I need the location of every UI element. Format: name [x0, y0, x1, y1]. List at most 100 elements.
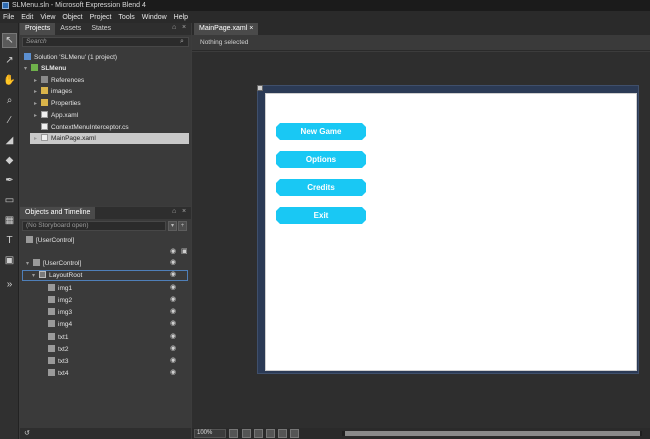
tree-item-references[interactable]: ▸ References	[34, 75, 84, 86]
visibility-eye-icon[interactable]: ◉	[170, 258, 176, 266]
menu-window[interactable]: Window	[142, 14, 167, 21]
image-icon	[48, 308, 55, 315]
expand-arrow-icon[interactable]: ▾	[24, 64, 31, 75]
control-tool-icon[interactable]: ▣	[2, 253, 17, 268]
projects-panel: Projects Assets States ⌂ × Search ⌕ Solu…	[20, 23, 191, 206]
tree-item-txt4[interactable]: txt4	[48, 368, 68, 379]
reset-icon[interactable]: ↺	[24, 429, 30, 437]
collapse-arrow-icon[interactable]: ▸	[34, 134, 41, 145]
tree-item-img3[interactable]: img3	[48, 307, 72, 318]
tree-item-app-xaml[interactable]: ▸ App.xaml	[34, 110, 78, 121]
pin-icon[interactable]: ⌂	[172, 208, 176, 215]
pan-tool-icon[interactable]: ✋	[2, 73, 17, 88]
effects-rendering-icon[interactable]	[229, 429, 238, 438]
menu-edit[interactable]: Edit	[21, 14, 33, 21]
close-tab-icon[interactable]: ×	[249, 25, 253, 32]
pin-icon[interactable]: ⌂	[172, 24, 176, 31]
visibility-eye-icon[interactable]: ◉	[170, 283, 176, 291]
menu-view[interactable]: View	[40, 14, 55, 21]
tree-item-properties[interactable]: ▸ Properties	[34, 98, 81, 109]
menu-file[interactable]: File	[3, 14, 14, 21]
paint-bucket-tool-icon[interactable]: ◢	[2, 133, 17, 148]
expand-arrow-icon[interactable]: ▾	[26, 259, 33, 270]
visibility-eye-icon[interactable]: ◉	[170, 247, 176, 255]
grid-tool-icon[interactable]: ▦	[2, 213, 17, 228]
scrollbar-thumb[interactable]	[345, 431, 640, 436]
snap-to-snaplines-icon[interactable]	[266, 429, 275, 438]
storyboard-options-button[interactable]: ▾	[168, 221, 177, 231]
collapse-arrow-icon[interactable]: ▸	[34, 111, 41, 122]
visibility-eye-icon[interactable]: ◉	[170, 270, 176, 278]
annotations-icon[interactable]	[278, 429, 287, 438]
collapse-arrow-icon[interactable]: ▸	[34, 87, 41, 98]
text-tool-icon[interactable]: T	[2, 233, 17, 248]
pen-tool-icon[interactable]: ✒	[2, 173, 17, 188]
project-search-input[interactable]: Search	[22, 37, 189, 47]
direct-selection-tool-icon[interactable]: ↗	[2, 53, 17, 68]
scope-root[interactable]: [UserControl]	[26, 235, 74, 246]
tree-item-images[interactable]: ▸ images	[34, 86, 72, 97]
breadcrumb[interactable]: Nothing selected	[200, 39, 248, 46]
tree-item-solution[interactable]: Solution 'SLMenu' (1 project)	[24, 52, 117, 63]
options-button[interactable]: Options	[276, 151, 366, 168]
tab-assets[interactable]: Assets	[55, 23, 86, 35]
selection-tool-icon[interactable]: ↖	[2, 33, 17, 48]
visibility-eye-icon[interactable]: ◉	[170, 356, 176, 364]
frame-handle-icon[interactable]	[257, 85, 263, 91]
close-icon[interactable]: ×	[182, 208, 186, 215]
menu-project[interactable]: Project	[90, 14, 112, 21]
grid-icon	[39, 271, 46, 278]
objects-tabstrip: Objects and Timeline ⌂ ×	[20, 207, 191, 219]
menu-help[interactable]: Help	[174, 14, 188, 21]
tree-item-img2[interactable]: img2	[48, 295, 72, 306]
tree-item-layoutroot[interactable]: ▾ LayoutRoot	[32, 270, 82, 281]
document-tabstrip: MainPage.xaml ×	[192, 23, 650, 35]
new-storyboard-button[interactable]: +	[178, 221, 187, 231]
visibility-eye-icon[interactable]: ◉	[170, 344, 176, 352]
lock-icon[interactable]: ▣	[181, 247, 188, 255]
zoom-tool-icon[interactable]: ⌕	[2, 93, 17, 108]
visibility-eye-icon[interactable]: ◉	[170, 319, 176, 327]
tab-projects[interactable]: Projects	[20, 23, 56, 35]
textblock-icon	[48, 357, 55, 364]
projects-tabstrip: Projects Assets States ⌂ ×	[20, 23, 191, 35]
more-tools-icon[interactable]: »	[2, 277, 17, 292]
visibility-eye-icon[interactable]: ◉	[170, 368, 176, 376]
new-game-button[interactable]: New Game	[276, 123, 366, 140]
rectangle-tool-icon[interactable]: ▭	[2, 193, 17, 208]
tree-item-txt3[interactable]: txt3	[48, 356, 68, 367]
eyedropper-tool-icon[interactable]: ∕	[2, 113, 17, 128]
file-icon	[41, 111, 48, 118]
tree-item-img1[interactable]: img1	[48, 283, 72, 294]
usercontrol-icon	[33, 259, 40, 266]
close-icon[interactable]: ×	[182, 24, 186, 31]
usercontrol-icon	[26, 236, 33, 243]
menu-tools[interactable]: Tools	[118, 14, 134, 21]
tree-item-txt2[interactable]: txt2	[48, 344, 68, 355]
zoom-selector[interactable]: 100%	[194, 429, 226, 438]
exit-button[interactable]: Exit	[276, 207, 366, 224]
tab-states[interactable]: States	[86, 23, 116, 35]
tree-item-txt1[interactable]: txt1	[48, 332, 68, 343]
visibility-eye-icon[interactable]: ◉	[170, 332, 176, 340]
brush-transform-tool-icon[interactable]: ◆	[2, 153, 17, 168]
textblock-icon	[48, 345, 55, 352]
menu-object[interactable]: Object	[62, 14, 82, 21]
visibility-eye-icon[interactable]: ◉	[170, 307, 176, 315]
textblock-icon	[48, 333, 55, 340]
tree-item-project[interactable]: ▾ SLMenu	[24, 63, 66, 74]
tree-item-usercontrol[interactable]: ▾ [UserControl]	[26, 258, 81, 269]
tab-objects-timeline[interactable]: Objects and Timeline	[20, 207, 96, 219]
tree-item-mainpage-xaml[interactable]: ▸ MainPage.xaml	[30, 133, 189, 144]
comment-icon[interactable]	[290, 429, 299, 438]
tree-item-img4[interactable]: img4	[48, 319, 72, 330]
tab-mainpage-xaml[interactable]: MainPage.xaml ×	[194, 23, 259, 35]
credits-button[interactable]: Credits	[276, 179, 366, 196]
collapse-arrow-icon[interactable]: ▸	[34, 99, 41, 110]
expand-arrow-icon[interactable]: ▾	[32, 271, 39, 282]
storyboard-selector[interactable]: (No Storyboard open)	[22, 221, 166, 231]
snap-to-gridlines-icon[interactable]	[242, 429, 251, 438]
visibility-eye-icon[interactable]: ◉	[170, 295, 176, 303]
show-grid-icon[interactable]	[254, 429, 263, 438]
tree-item-context-menu-interceptor[interactable]: ContextMenuInterceptor.cs	[34, 122, 129, 133]
